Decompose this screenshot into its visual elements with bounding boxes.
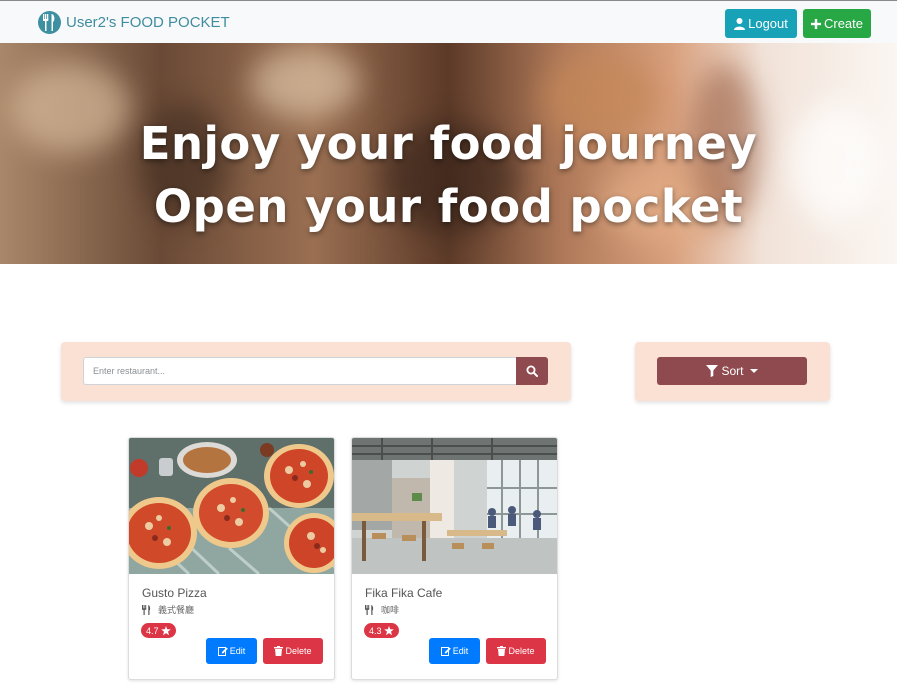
rating-badge: 4.3 <box>364 623 399 638</box>
delete-label: Delete <box>508 646 535 656</box>
create-button[interactable]: Create <box>803 9 871 38</box>
restaurant-card: Gusto Pizza 義式餐廳 4.7 Edit Delete <box>128 437 335 680</box>
restaurant-name: Fika Fika Cafe <box>365 586 443 600</box>
delete-button[interactable]: Delete <box>486 638 546 664</box>
trash-icon <box>497 646 507 656</box>
logout-button[interactable]: Logout <box>725 9 797 38</box>
delete-label: Delete <box>285 646 312 656</box>
category-label: 義式餐廳 <box>158 606 195 616</box>
hero-banner: Enjoy your food journey Open your food p… <box>0 43 897 264</box>
search-panel <box>61 342 571 401</box>
create-label: Create <box>823 16 864 31</box>
edit-label: Edit <box>452 646 469 656</box>
edit-button[interactable]: Edit <box>429 638 480 664</box>
trash-icon <box>274 646 284 656</box>
brand-link[interactable]: User2's FOOD POCKET <box>38 11 230 34</box>
sort-dropdown-button[interactable]: Sort <box>657 357 807 385</box>
star-icon <box>160 625 171 635</box>
star-icon <box>383 625 394 635</box>
sort-panel: Sort <box>635 342 830 401</box>
search-button[interactable] <box>516 357 548 385</box>
rating-value: 4.7 <box>146 625 159 636</box>
pizza-photo <box>129 438 334 574</box>
utensils-logo-icon <box>38 11 61 34</box>
restaurant-name: Gusto Pizza <box>142 586 207 600</box>
category-label: 咖啡 <box>381 606 400 616</box>
edit-label: Edit <box>229 646 246 656</box>
plus-icon <box>810 18 821 29</box>
filter-icon <box>706 365 719 377</box>
search-icon <box>526 365 538 377</box>
edit-button[interactable]: Edit <box>206 638 257 664</box>
hero-heading-line2: Open your food pocket <box>153 180 744 233</box>
sort-label: Sort <box>721 364 744 378</box>
hero-heading-line1: Enjoy your food journey <box>139 117 758 170</box>
top-navbar: User2's FOOD POCKET Logout Create <box>0 0 897 43</box>
restaurant-category: 咖啡 <box>365 603 399 616</box>
restaurant-category: 義式餐廳 <box>142 603 194 616</box>
user-icon <box>734 17 746 30</box>
caret-down-icon <box>749 369 758 373</box>
edit-icon <box>217 647 228 656</box>
search-input[interactable] <box>83 357 517 385</box>
brand-title: User2's FOOD POCKET <box>66 14 230 31</box>
edit-icon <box>440 647 451 656</box>
rating-badge: 4.7 <box>141 623 176 638</box>
cafe-interior-photo <box>352 438 557 574</box>
restaurant-card: Fika Fika Cafe 咖啡 4.3 Edit Delete <box>351 437 558 680</box>
utensils-icon <box>142 604 151 615</box>
rating-value: 4.3 <box>369 625 382 636</box>
utensils-icon <box>365 604 374 615</box>
logout-label: Logout <box>748 16 788 31</box>
delete-button[interactable]: Delete <box>263 638 323 664</box>
